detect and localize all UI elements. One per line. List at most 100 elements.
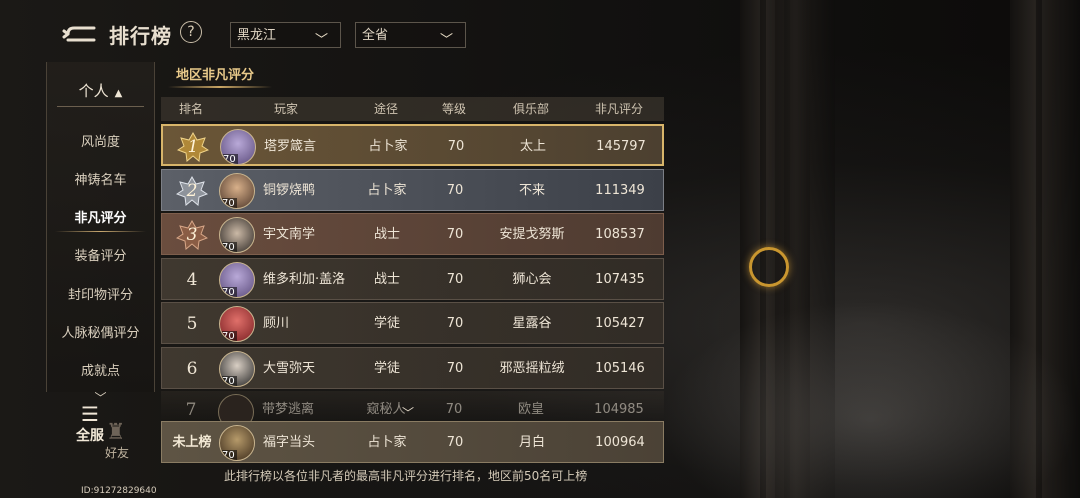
- user-id: ID:91272829640: [81, 486, 157, 496]
- column-path: 途径: [373, 102, 398, 116]
- player-name: 福字当头: [263, 435, 316, 450]
- score-value: 100964: [595, 435, 645, 450]
- player-name: 铜锣烧鸭: [263, 183, 316, 198]
- region-select-value: 黑龙江: [237, 28, 277, 43]
- avatar[interactable]: 70: [219, 306, 255, 342]
- avatar[interactable]: 70: [219, 425, 255, 461]
- avatar[interactable]: 70: [219, 173, 255, 209]
- score-value: 145797: [596, 139, 646, 154]
- score-value: 107435: [595, 272, 645, 287]
- column-score: 非凡评分: [594, 102, 643, 116]
- club-name: 邪恶摇粒绒: [499, 361, 565, 376]
- glowing-ring-icon[interactable]: [749, 247, 789, 287]
- level-value: 70: [446, 183, 464, 198]
- rank-number: 3: [186, 225, 198, 245]
- level-value: 70: [446, 435, 464, 450]
- all-server-label: 全服: [76, 428, 104, 444]
- friends-label: 好友: [105, 446, 130, 460]
- level-value: 70: [446, 272, 464, 287]
- avatar-level: 70: [220, 331, 237, 342]
- scope-select-value: 全省: [362, 28, 389, 43]
- table-row[interactable]: 5 70 顾川 学徒 70 星露谷 105427: [161, 302, 664, 344]
- table-header: 排名 玩家 途径 等级 俱乐部 非凡评分: [161, 97, 664, 121]
- all-server-friends-toggle[interactable]: ☰ ♜ 全服 好友: [72, 398, 142, 460]
- player-name: 塔罗箴言: [264, 139, 317, 154]
- path-name: 占卜家: [367, 183, 407, 198]
- path-name: 占卜家: [367, 435, 407, 450]
- avatar[interactable]: 70: [219, 351, 255, 387]
- avatar-level: 70: [220, 287, 237, 298]
- column-rank: 排名: [178, 102, 203, 116]
- level-value: 70: [446, 316, 464, 331]
- table-row[interactable]: 2 70 铜锣烧鸭 占卜家 70 不来 111349: [161, 169, 664, 211]
- sidebar-item-sealed-artifact[interactable]: 封印物评分: [47, 284, 154, 303]
- back-arrow-icon[interactable]: [62, 22, 98, 46]
- rank-number: 1: [187, 137, 199, 157]
- path-name: 学徒: [373, 316, 400, 331]
- rank-number: 5: [186, 314, 198, 334]
- avatar[interactable]: 70: [219, 262, 255, 298]
- player-name: 大雪弥天: [263, 361, 316, 376]
- sidebar-item-cars[interactable]: 神铸名车: [47, 169, 154, 188]
- club-name: 安提戈努斯: [499, 227, 565, 242]
- tab-regional-score[interactable]: 地区非凡评分: [176, 64, 254, 83]
- column-club: 俱乐部: [512, 102, 549, 116]
- divider: [57, 106, 144, 107]
- score-value: 111349: [595, 183, 645, 198]
- my-rank-row[interactable]: 未上榜 70 福字当头 占卜家 70 月白 100964: [161, 421, 664, 463]
- avatar-level: 70: [220, 450, 237, 461]
- club-name: 星露谷: [512, 316, 552, 331]
- club-name: 不来: [518, 183, 545, 198]
- path-name: 战士: [373, 227, 400, 242]
- score-value: 105427: [595, 316, 645, 331]
- chevron-down-icon: ﹀: [439, 33, 453, 48]
- player-name: 宇文南学: [263, 227, 316, 242]
- column-level: 等级: [441, 102, 466, 116]
- club-name: 月白: [518, 435, 545, 450]
- table-row[interactable]: 3 70 宇文南学 战士 70 安提戈努斯 108537: [161, 213, 664, 255]
- sidebar-item-style[interactable]: 风尚度: [47, 131, 154, 150]
- scope-select[interactable]: 全省 ﹀: [355, 22, 466, 48]
- page-title: 排行榜: [109, 24, 172, 48]
- club-name: 狮心会: [512, 272, 552, 287]
- table-row[interactable]: 4 70 维多利加·盖洛 战士 70 狮心会 107435: [161, 258, 664, 300]
- sidebar-item-achievement[interactable]: 成就点: [47, 360, 154, 379]
- score-value: 108537: [595, 227, 645, 242]
- path-name: 战士: [373, 272, 400, 287]
- column-player: 玩家: [273, 102, 298, 116]
- region-select[interactable]: 黑龙江 ﹀: [230, 22, 341, 48]
- rank-status: 未上榜: [172, 435, 212, 450]
- path-name: 占卜家: [368, 139, 408, 154]
- rank-number: 4: [186, 270, 198, 290]
- sidebar-section-personal[interactable]: 个人 ▲: [47, 80, 154, 101]
- rank-number: 2: [186, 181, 198, 201]
- sidebar-item-beyonder-score[interactable]: 非凡评分: [47, 207, 154, 232]
- table-row[interactable]: 1 70 塔罗箴言 占卜家 70 太上 145797: [161, 124, 664, 166]
- tab-underline: [168, 86, 272, 88]
- ranking-rule-note: 此排行榜以各位非凡者的最高非凡评分进行排名，地区前50名可上榜: [224, 469, 588, 483]
- avatar-level: 70: [221, 154, 238, 165]
- avatar[interactable]: 70: [220, 129, 256, 165]
- avatar-level: 70: [220, 198, 237, 209]
- list-icon: ☰: [81, 402, 99, 426]
- avatar-level: 70: [220, 242, 237, 253]
- chevron-down-icon[interactable]: ﹀: [402, 404, 414, 421]
- avatar-level: 70: [220, 376, 237, 387]
- level-value: 70: [447, 139, 465, 154]
- sidebar-item-puppet[interactable]: 人脉秘偶评分: [47, 322, 154, 341]
- category-sidebar: 个人 ▲ 风尚度 神铸名车 非凡评分 装备评分 封印物评分 人脉秘偶评分 成就点 …: [46, 62, 155, 405]
- level-value: 70: [446, 361, 464, 376]
- fog-effect: [660, 300, 1080, 498]
- person-icon: ♜: [106, 420, 126, 445]
- table-row[interactable]: 6 70 大雪弥天 学徒 70 邪恶摇粒绒 105146: [161, 347, 664, 389]
- sidebar-item-equipment[interactable]: 装备评分: [47, 245, 154, 264]
- player-name: 顾川: [263, 316, 290, 331]
- chevron-down-icon: ﹀: [314, 33, 328, 48]
- help-icon[interactable]: ?: [180, 21, 202, 43]
- avatar[interactable]: 70: [219, 217, 255, 253]
- score-value: 105146: [595, 361, 645, 376]
- level-value: 70: [446, 227, 464, 242]
- rank-number: 6: [186, 359, 198, 379]
- chevron-up-icon: ▲: [114, 88, 123, 99]
- sidebar-section-label: 个人: [78, 82, 109, 100]
